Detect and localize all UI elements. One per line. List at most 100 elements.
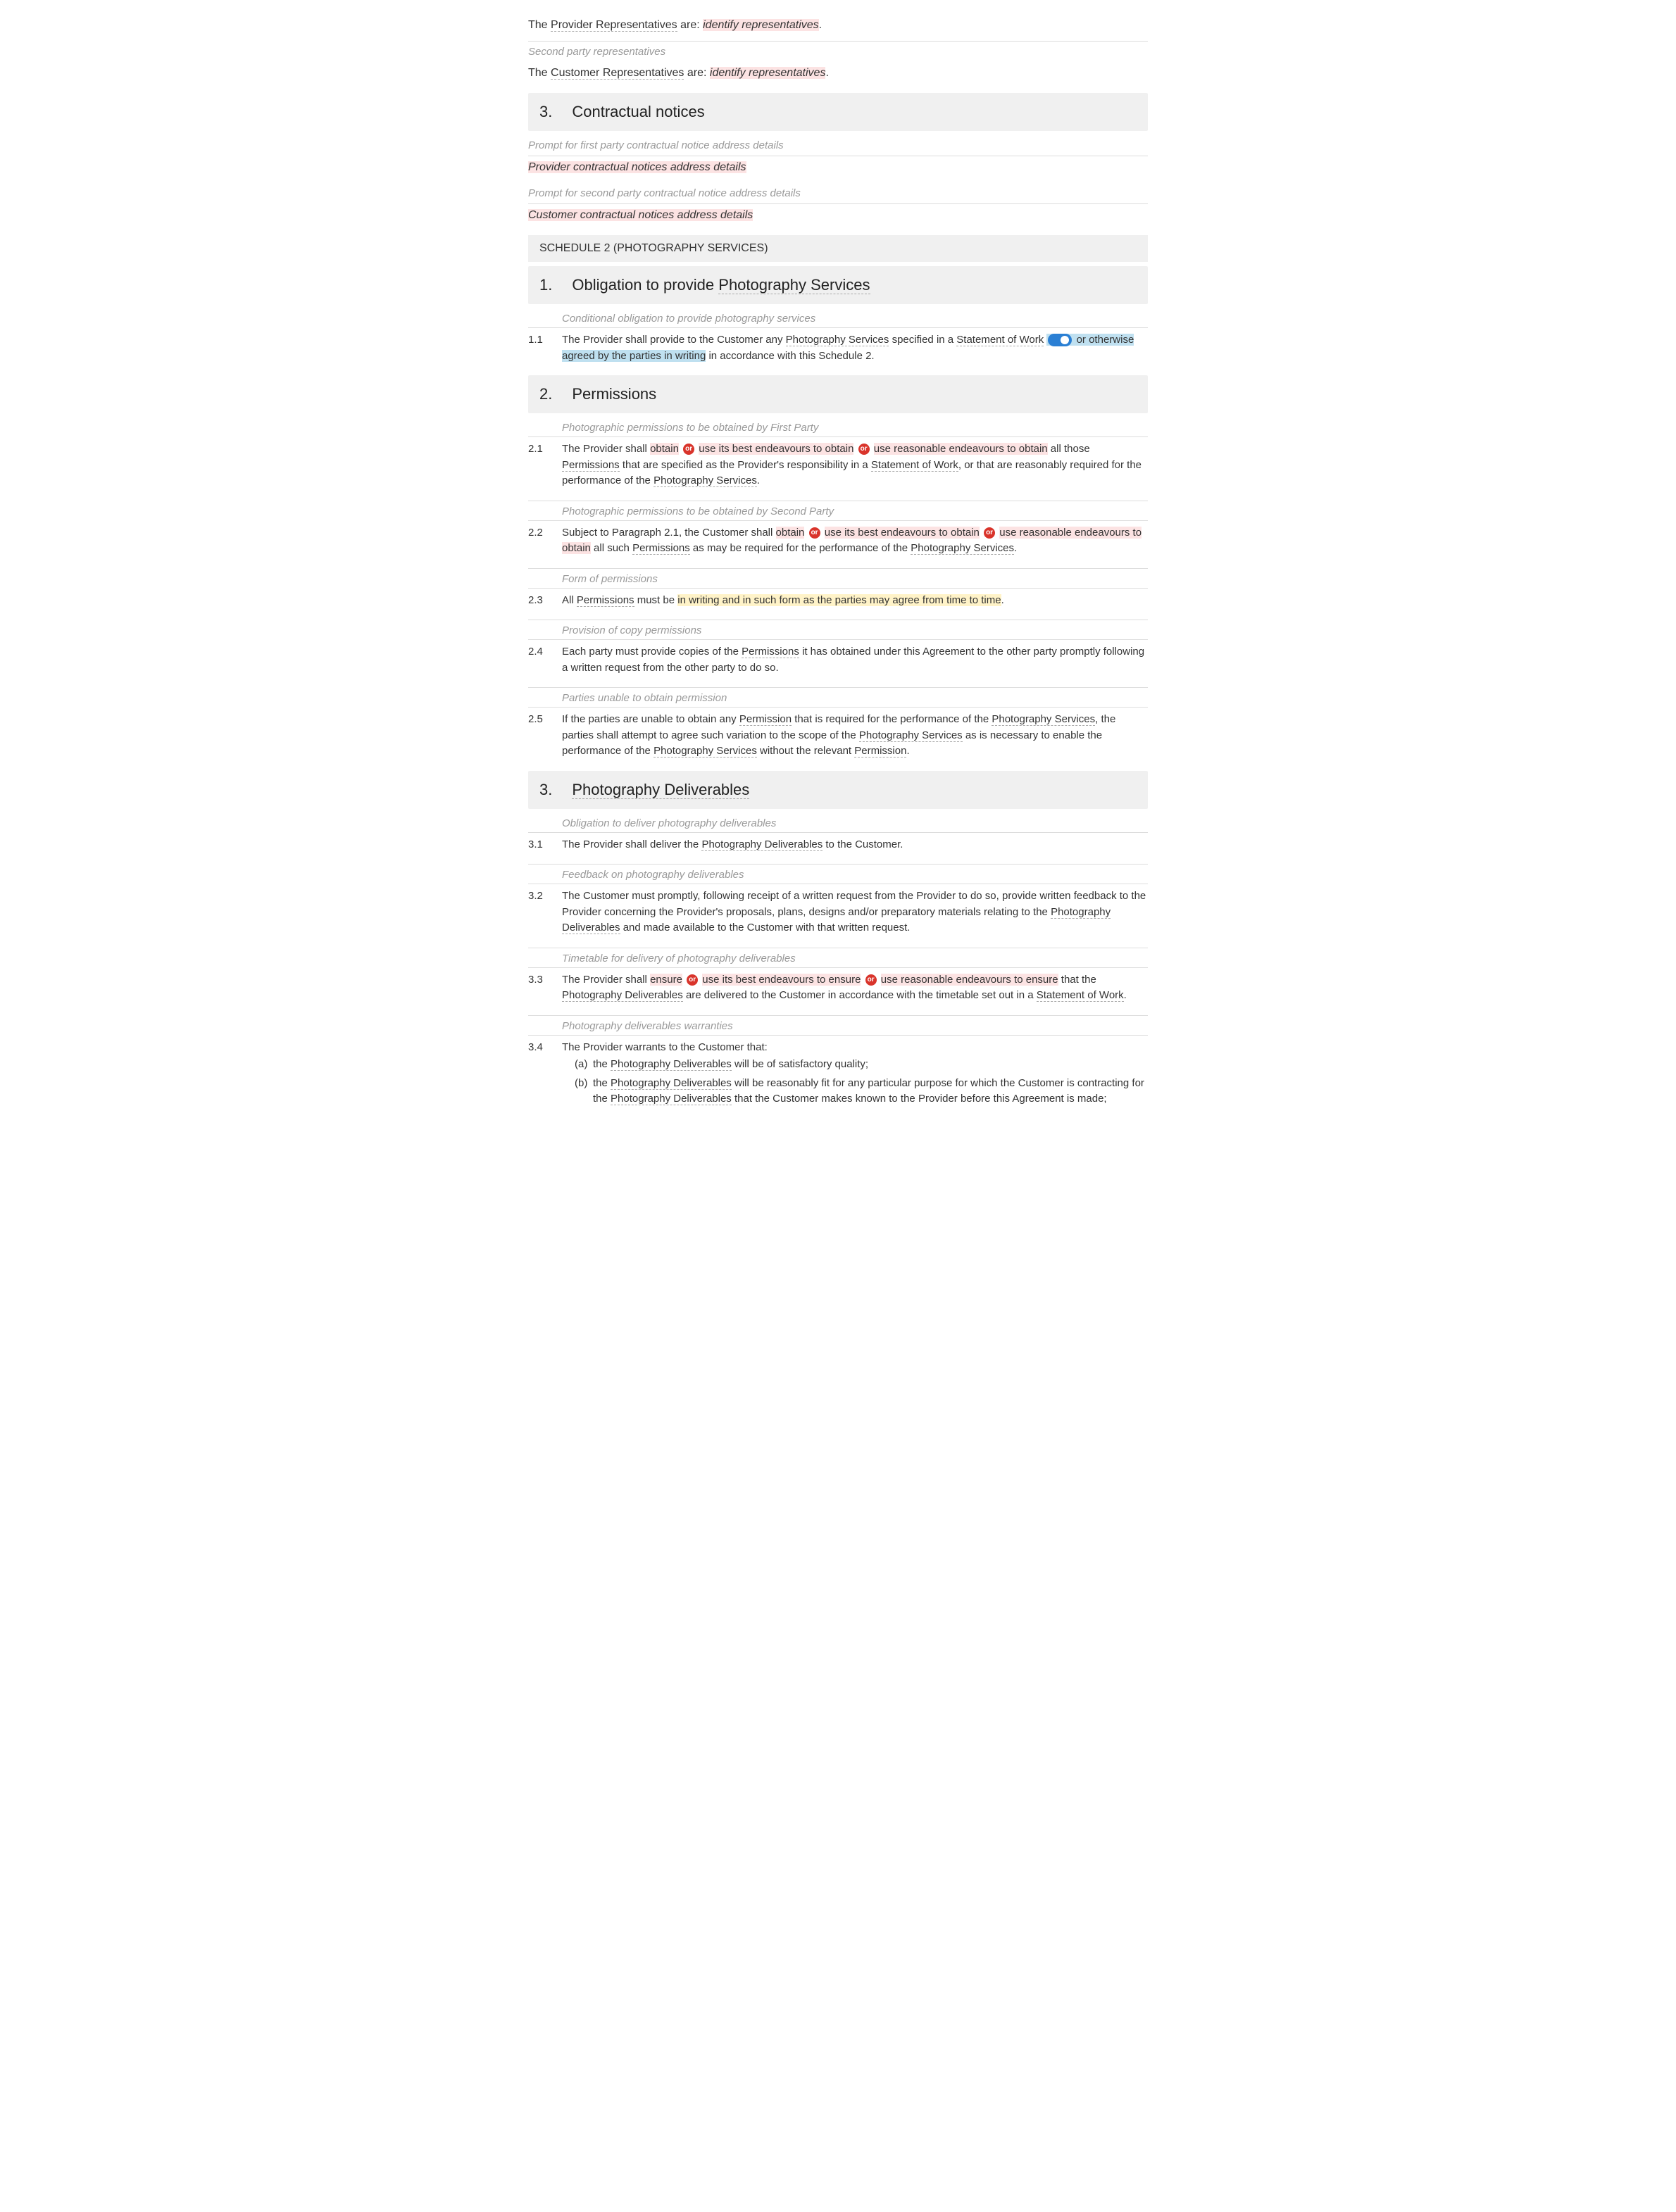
field-text: Provider contractual notices address det… bbox=[528, 161, 746, 173]
sub-item-b: (b) the Photography Deliverables will be… bbox=[575, 1074, 1148, 1109]
option-reasonable-endeavours-ensure[interactable]: use reasonable endeavours to ensure bbox=[881, 974, 1058, 986]
clause-num: 3.3 bbox=[528, 972, 562, 1004]
clause-body: The Provider shall deliver the Photograp… bbox=[562, 837, 1148, 853]
sub-text: the Photography Deliverables will be rea… bbox=[593, 1076, 1148, 1107]
text: that is required for the performance of … bbox=[792, 713, 992, 725]
text: or otherwise bbox=[1073, 334, 1134, 346]
term-statement-of-work[interactable]: Statement of Work bbox=[956, 334, 1044, 346]
text: All bbox=[562, 594, 577, 606]
heading-title: Contractual notices bbox=[572, 103, 704, 121]
term-permissions[interactable]: Permissions bbox=[742, 646, 799, 658]
sub-text: the Photography Deliverables will be of … bbox=[593, 1057, 1148, 1073]
text: The bbox=[528, 19, 551, 31]
text: . bbox=[757, 475, 760, 486]
text: to the Customer. bbox=[823, 838, 903, 850]
or-badge[interactable]: or bbox=[858, 444, 870, 455]
text: all those bbox=[1048, 443, 1090, 455]
heading-num: 2. bbox=[539, 385, 552, 403]
term-statement-of-work[interactable]: Statement of Work bbox=[871, 459, 958, 472]
prompt-row: Provision of copy permissions bbox=[528, 615, 1148, 639]
option-reasonable-endeavours-cont[interactable]: obtain bbox=[562, 542, 591, 554]
option-best-endeavours[interactable]: use its best endeavours to obtain bbox=[825, 527, 980, 539]
term-customer-representatives[interactable]: Customer Representatives bbox=[551, 67, 684, 80]
prompt-1-1: Conditional obligation to provide photog… bbox=[528, 313, 1148, 325]
clause-3-2: 3.2 The Customer must promptly, followin… bbox=[528, 884, 1148, 943]
clause-num: 3.4 bbox=[528, 1040, 562, 1109]
field-text: Customer contractual notices address det… bbox=[528, 209, 753, 221]
field-identify-reps-1[interactable]: identify representatives bbox=[703, 19, 819, 31]
term-permission[interactable]: Permission bbox=[854, 745, 906, 758]
text: without the relevant bbox=[757, 745, 854, 757]
text: . bbox=[906, 745, 909, 757]
term-photography-services[interactable]: Photography Services bbox=[718, 276, 870, 294]
prompt-second-party-reps: Second party representatives bbox=[528, 41, 1148, 62]
or-badge[interactable]: or bbox=[809, 527, 820, 539]
option-best-endeavours-ensure[interactable]: use its best endeavours to ensure bbox=[702, 974, 861, 986]
optional-segment[interactable]: or otherwise bbox=[1046, 334, 1134, 346]
heading-contractual-notices: 3. Contractual notices bbox=[528, 93, 1148, 131]
prompt-row: Timetable for delivery of photography de… bbox=[528, 943, 1148, 967]
prompt-2-2: Photographic permissions to be obtained … bbox=[528, 501, 1148, 517]
clause-1-1: 1.1 The Provider shall provide to the Cu… bbox=[528, 327, 1148, 371]
option-obtain[interactable]: obtain bbox=[776, 527, 805, 539]
field-identify-reps-2[interactable]: identify representatives bbox=[710, 67, 826, 79]
clause-body: All Permissions must be in writing and i… bbox=[562, 593, 1148, 609]
or-badge[interactable]: or bbox=[865, 974, 877, 986]
text: all such bbox=[591, 542, 632, 554]
term-photography-services[interactable]: Photography Services bbox=[653, 745, 757, 758]
heading-num: 1. bbox=[539, 276, 552, 294]
term-permissions[interactable]: Permissions bbox=[562, 459, 620, 472]
sub-list: (a) the Photography Deliverables will be… bbox=[562, 1055, 1148, 1109]
term-photography-services[interactable]: Photography Services bbox=[992, 713, 1095, 726]
heading-title: Permissions bbox=[572, 385, 656, 403]
term-photography-deliverables[interactable]: Photography Deliverables bbox=[701, 838, 823, 851]
clause-3-1: 3.1 The Provider shall deliver the Photo… bbox=[528, 832, 1148, 860]
text: Obligation to provide bbox=[572, 276, 718, 294]
term-provider-representatives[interactable]: Provider Representatives bbox=[551, 19, 677, 32]
option-reasonable-endeavours[interactable]: use reasonable endeavours to bbox=[999, 527, 1142, 539]
clause-3-3: 3.3 The Provider shall ensure or use its… bbox=[528, 967, 1148, 1011]
schedule-2-heading: SCHEDULE 2 (PHOTOGRAPHY SERVICES) bbox=[528, 235, 1148, 262]
or-badge[interactable]: or bbox=[687, 974, 698, 986]
prompt-row: Photography deliverables warranties bbox=[528, 1011, 1148, 1035]
editable-text[interactable]: in writing and in such form as the parti… bbox=[677, 594, 1001, 606]
text: the bbox=[593, 1077, 611, 1089]
or-badge[interactable]: or bbox=[984, 527, 995, 539]
term-photography-deliverables[interactable]: Photography Deliverables bbox=[572, 781, 749, 799]
term-photography-services[interactable]: Photography Services bbox=[911, 542, 1014, 555]
term-permission[interactable]: Permission bbox=[739, 713, 792, 726]
field-customer-notice-address[interactable]: Customer contractual notices address det… bbox=[528, 203, 1148, 231]
term-photography-deliverables[interactable]: Photography Deliverables bbox=[611, 1093, 732, 1105]
term-photography-services[interactable]: Photography Services bbox=[786, 334, 889, 346]
term-statement-of-work[interactable]: Statement of Work bbox=[1037, 989, 1124, 1002]
provider-reps-line: The Provider Representatives are: identi… bbox=[528, 14, 1148, 41]
toggle-switch[interactable] bbox=[1048, 334, 1072, 346]
option-reasonable-endeavours[interactable]: use reasonable endeavours to obtain bbox=[874, 443, 1048, 455]
optional-segment-cont[interactable]: agreed by the parties in writing bbox=[562, 350, 706, 362]
term-photography-deliverables[interactable]: Photography Deliverables bbox=[562, 989, 683, 1002]
text: use reasonable endeavours to bbox=[999, 527, 1142, 539]
term-photography-deliverables[interactable]: Photography Deliverables bbox=[611, 1058, 732, 1071]
or-badge[interactable]: or bbox=[683, 444, 694, 455]
term-photography-services[interactable]: Photography Services bbox=[859, 729, 963, 742]
text: are: bbox=[677, 19, 703, 31]
term-photography-deliverables[interactable]: Photography Deliverables bbox=[611, 1077, 732, 1090]
term-photography-services[interactable]: Photography Services bbox=[653, 475, 757, 487]
text: . bbox=[1014, 542, 1017, 554]
option-obtain[interactable]: obtain bbox=[650, 443, 679, 455]
term-permissions[interactable]: Permissions bbox=[632, 542, 690, 555]
heading-title: Obligation to provide Photography Servic… bbox=[572, 276, 870, 294]
prompt-2-1: Photographic permissions to be obtained … bbox=[528, 422, 1148, 434]
field-provider-notice-address[interactable]: Provider contractual notices address det… bbox=[528, 156, 1148, 183]
term-permissions[interactable]: Permissions bbox=[577, 594, 634, 607]
option-best-endeavours[interactable]: use its best endeavours to obtain bbox=[699, 443, 853, 455]
text: in accordance with this Schedule 2. bbox=[706, 350, 874, 362]
text: must be bbox=[634, 594, 678, 606]
clause-num: 3.1 bbox=[528, 837, 562, 853]
text: . bbox=[819, 19, 822, 31]
prompt-row: Form of permissions bbox=[528, 564, 1148, 588]
heading-obligation-provide: 1. Obligation to provide Photography Ser… bbox=[528, 266, 1148, 304]
option-ensure[interactable]: ensure bbox=[650, 974, 682, 986]
clause-body: The Provider shall ensure or use its bes… bbox=[562, 972, 1148, 1004]
heading-photography-deliverables: 3. Photography Deliverables bbox=[528, 771, 1148, 809]
